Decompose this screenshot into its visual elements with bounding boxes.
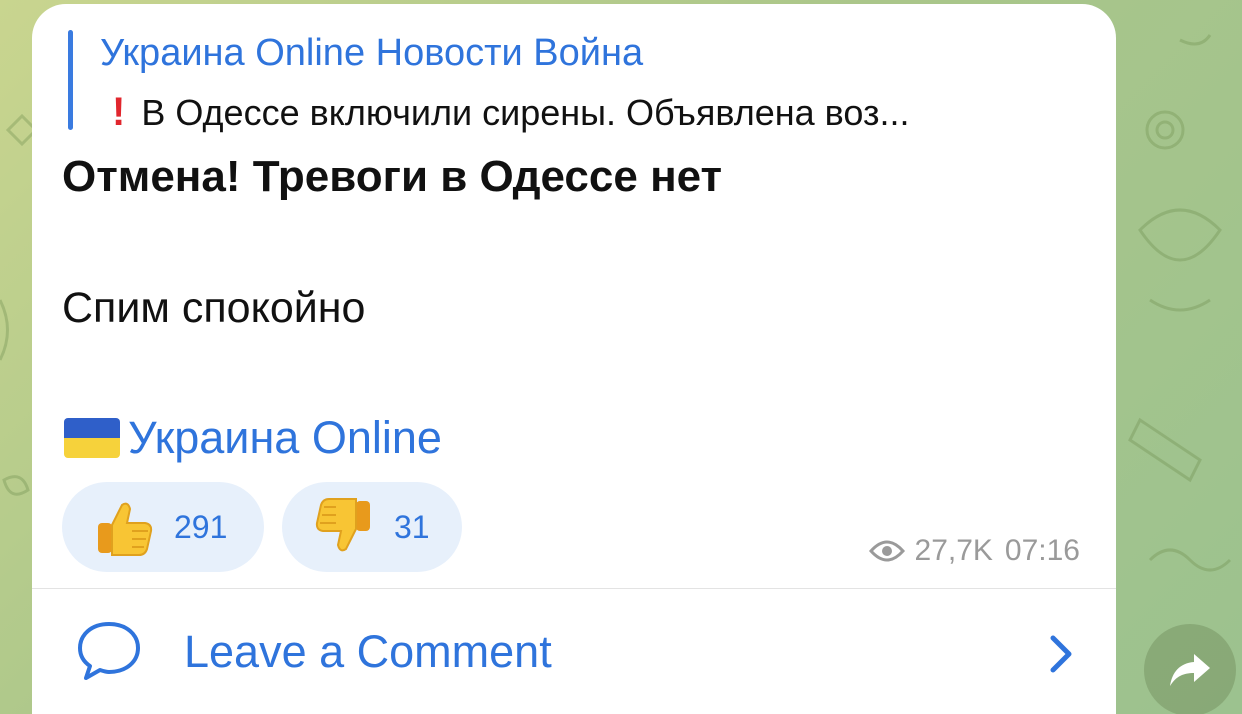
- thumbs-down-icon: [315, 498, 370, 552]
- message-title: Отмена! Тревоги в Одессе нет: [62, 152, 723, 201]
- view-count: 27,7K: [914, 534, 993, 567]
- thumbs-up-icon: [98, 502, 153, 556]
- eye-icon: [868, 540, 905, 562]
- leave-comment-label: Leave a Comment: [184, 626, 552, 677]
- reply-accent-bar: [68, 30, 73, 130]
- reaction-thumbs-up[interactable]: 291: [62, 482, 264, 572]
- reply-snippet-text: В Одессе включили сирены. Объявлена воз.…: [141, 92, 910, 133]
- reply-preview[interactable]: Украина Online Новости Война ! В Одессе в…: [68, 30, 1078, 134]
- speech-bubble-icon: [78, 622, 140, 680]
- message-bubble: Украина Online Новости Война ! В Одессе в…: [32, 4, 1116, 714]
- message-text: Спим спокойно: [62, 284, 366, 332]
- chevron-right-icon: [1050, 635, 1072, 673]
- reply-snippet-line: ! В Одессе включили сирены. Объявлена воз…: [112, 90, 1082, 135]
- comments-divider: [32, 588, 1116, 589]
- channel-signature-text: Украина Online: [128, 412, 442, 463]
- ukraine-flag-icon: [64, 418, 120, 458]
- reaction-count-thumbs-up: 291: [174, 508, 228, 545]
- reply-channel-title: Украина Online Новости Война: [100, 32, 644, 74]
- leave-comment-row[interactable]: Leave a Comment: [32, 590, 1116, 714]
- reaction-thumbs-down[interactable]: 31: [282, 482, 462, 572]
- message-meta: 27,7K 07:16: [868, 534, 1080, 568]
- channel-signature-link[interactable]: Украина Online: [64, 412, 442, 464]
- share-button[interactable]: [1144, 624, 1236, 714]
- share-arrow-icon: [1170, 654, 1210, 686]
- reaction-count-thumbs-down: 31: [394, 508, 430, 545]
- exclamation-emoji-icon: !: [112, 90, 126, 134]
- message-time: 07:16: [1004, 534, 1080, 567]
